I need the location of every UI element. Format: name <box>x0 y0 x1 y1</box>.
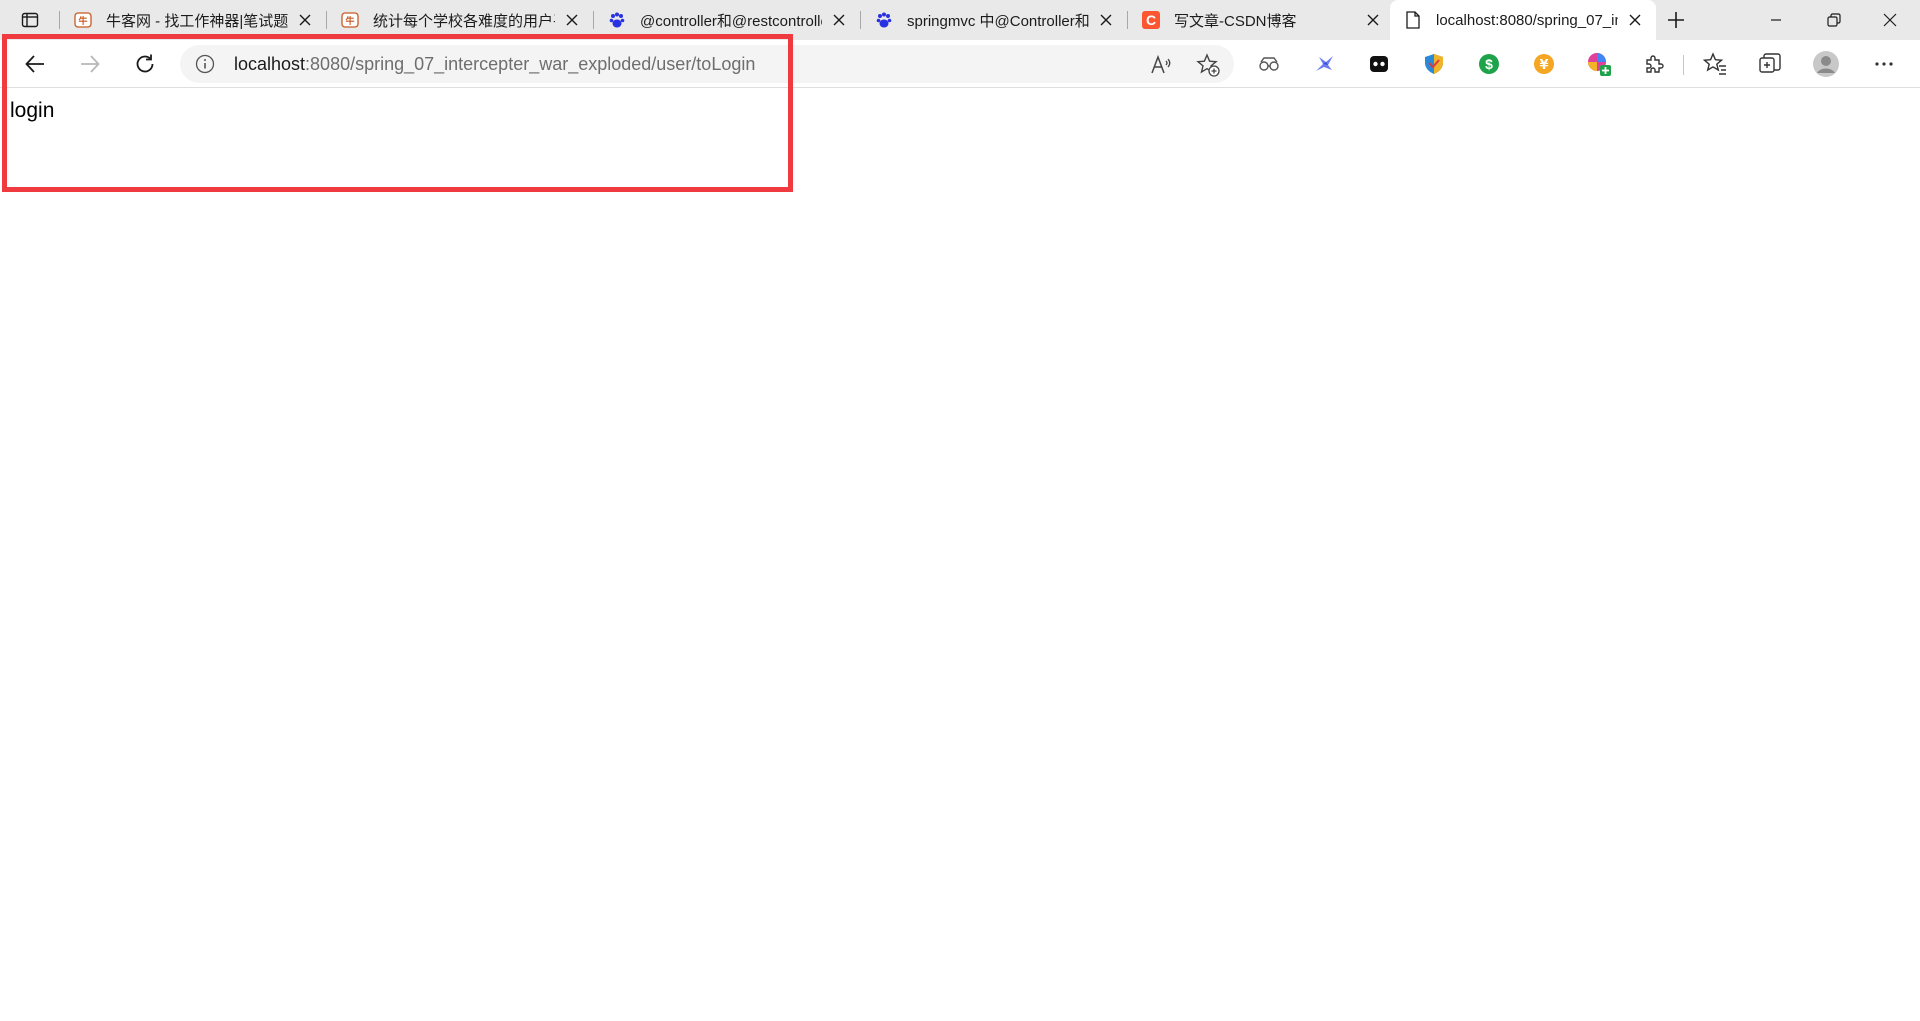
page-body-text: login <box>10 99 55 122</box>
tracking-prevention-button[interactable] <box>1255 50 1283 78</box>
refresh-button[interactable] <box>127 46 163 82</box>
puzzle-icon <box>1646 55 1664 73</box>
tab-title: springmvc 中@Controller和@RestController的区… <box>907 12 1089 30</box>
profile-button[interactable] <box>1812 50 1840 78</box>
add-favorite-button[interactable] <box>1195 52 1221 78</box>
bird-icon <box>1316 56 1333 71</box>
extension-game-button[interactable] <box>1365 50 1393 78</box>
tab-title: @controller和@restcontroller的区别_百度搜索 <box>640 12 822 30</box>
address-bar[interactable]: localhost:8080/spring_07_intercepter_war… <box>180 45 1234 83</box>
nowcoder-icon: 牛 <box>341 11 359 29</box>
svg-text:$: $ <box>1485 56 1493 72</box>
new-tab-button[interactable] <box>1660 4 1692 36</box>
extensions-button[interactable] <box>1640 50 1668 78</box>
close-tab-icon[interactable] <box>1095 9 1117 31</box>
site-info-icon[interactable] <box>194 53 216 75</box>
tab-actions-icon <box>21 12 39 28</box>
svg-text:C: C <box>1146 12 1156 28</box>
csdn-icon: C <box>1142 11 1160 29</box>
minimize-button[interactable] <box>1748 0 1804 40</box>
tab-baidu-search[interactable]: @controller和@restcontroller的区别_百度搜索 <box>594 4 860 36</box>
tab-title: 写文章-CSDN博客 <box>1174 12 1297 30</box>
restore-icon <box>1827 13 1841 27</box>
browser-toolbar: localhost:8080/spring_07_intercepter_war… <box>0 40 1920 88</box>
extension-shield-button[interactable] <box>1420 50 1448 78</box>
more-icon <box>1875 62 1893 66</box>
baidu-paw-icon <box>875 11 893 29</box>
yen-icon: ¥ <box>1534 54 1554 74</box>
close-tab-icon[interactable] <box>1362 9 1384 31</box>
url-path: :8080/spring_07_intercepter_war_exploded… <box>305 53 756 74</box>
extension-bird-button[interactable] <box>1310 50 1338 78</box>
tab-actions-button[interactable] <box>8 4 52 36</box>
extension-color-button[interactable] <box>1585 50 1613 78</box>
collections-icon <box>1759 53 1781 73</box>
arrow-left-icon <box>25 55 44 73</box>
tab-csdn-write[interactable]: C 写文章-CSDN博客 <box>1128 4 1394 36</box>
read-aloud-icon <box>1151 54 1171 74</box>
extension-yen-button[interactable]: ¥ <box>1530 50 1558 78</box>
tab-nowcoder-problem[interactable]: 牛 统计每个学校各难度的用户平均刷题数_牛客题霸_牛客网 <box>327 4 593 36</box>
extension-dollar-button[interactable]: $ <box>1475 50 1503 78</box>
back-button[interactable] <box>17 46 53 82</box>
tab-localhost-login[interactable]: localhost:8080/spring_07_intercepter_war… <box>1390 0 1656 40</box>
favorites-button[interactable] <box>1701 50 1729 78</box>
favorites-icon <box>1703 52 1726 75</box>
svg-text:¥: ¥ <box>1539 58 1548 73</box>
tab-title: 统计每个学校各难度的用户平均刷题数_牛客题霸_牛客网 <box>373 12 555 30</box>
gamepad-icon <box>1370 56 1388 72</box>
toolbar-separator <box>1683 55 1684 75</box>
baidu-paw-icon <box>608 11 626 29</box>
tab-title: localhost:8080/spring_07_intercepter_war… <box>1436 11 1618 29</box>
close-tab-icon[interactable] <box>1624 9 1646 31</box>
svg-text:牛: 牛 <box>345 15 354 27</box>
dollar-icon: $ <box>1479 54 1499 74</box>
restore-button[interactable] <box>1806 0 1862 40</box>
tab-nowcoder-home[interactable]: 牛 牛客网 - 找工作神器|笔试题库|面试经验|实习招聘内推，求职就业一站解决_… <box>60 4 326 36</box>
tab-strip: 牛 牛客网 - 找工作神器|笔试题库|面试经验|实习招聘内推，求职就业一站解决_… <box>0 0 1920 40</box>
color-circle-icon <box>1588 53 1611 76</box>
url-host: localhost <box>234 53 306 74</box>
star-add-icon <box>1196 53 1220 77</box>
page-icon <box>1404 11 1422 29</box>
tab-title: 牛客网 - 找工作神器|笔试题库|面试经验|实习招聘内推，求职就业一站解决_牛客… <box>106 12 288 30</box>
forward-button[interactable] <box>72 46 108 82</box>
url-text: localhost:8080/spring_07_intercepter_war… <box>234 54 755 75</box>
minimize-icon <box>1771 19 1781 21</box>
page-content: login <box>0 89 1920 1021</box>
settings-menu-button[interactable] <box>1870 50 1898 78</box>
close-window-button[interactable] <box>1862 0 1918 40</box>
svg-text:牛: 牛 <box>78 15 87 27</box>
collections-button[interactable] <box>1756 50 1784 78</box>
close-tab-icon[interactable] <box>561 9 583 31</box>
tab-springmvc-article[interactable]: springmvc 中@Controller和@RestController的区… <box>861 4 1127 36</box>
arrow-right-icon <box>81 55 100 73</box>
tracking-icon <box>1259 57 1279 71</box>
nowcoder-icon: 牛 <box>74 11 92 29</box>
close-tab-icon[interactable] <box>294 9 316 31</box>
avatar-icon <box>1813 51 1839 77</box>
read-aloud-button[interactable] <box>1148 52 1174 78</box>
close-tab-icon[interactable] <box>828 9 850 31</box>
shield-icon <box>1425 54 1443 74</box>
plus-icon <box>1668 12 1684 28</box>
close-icon <box>1883 13 1897 27</box>
refresh-icon <box>136 54 154 73</box>
